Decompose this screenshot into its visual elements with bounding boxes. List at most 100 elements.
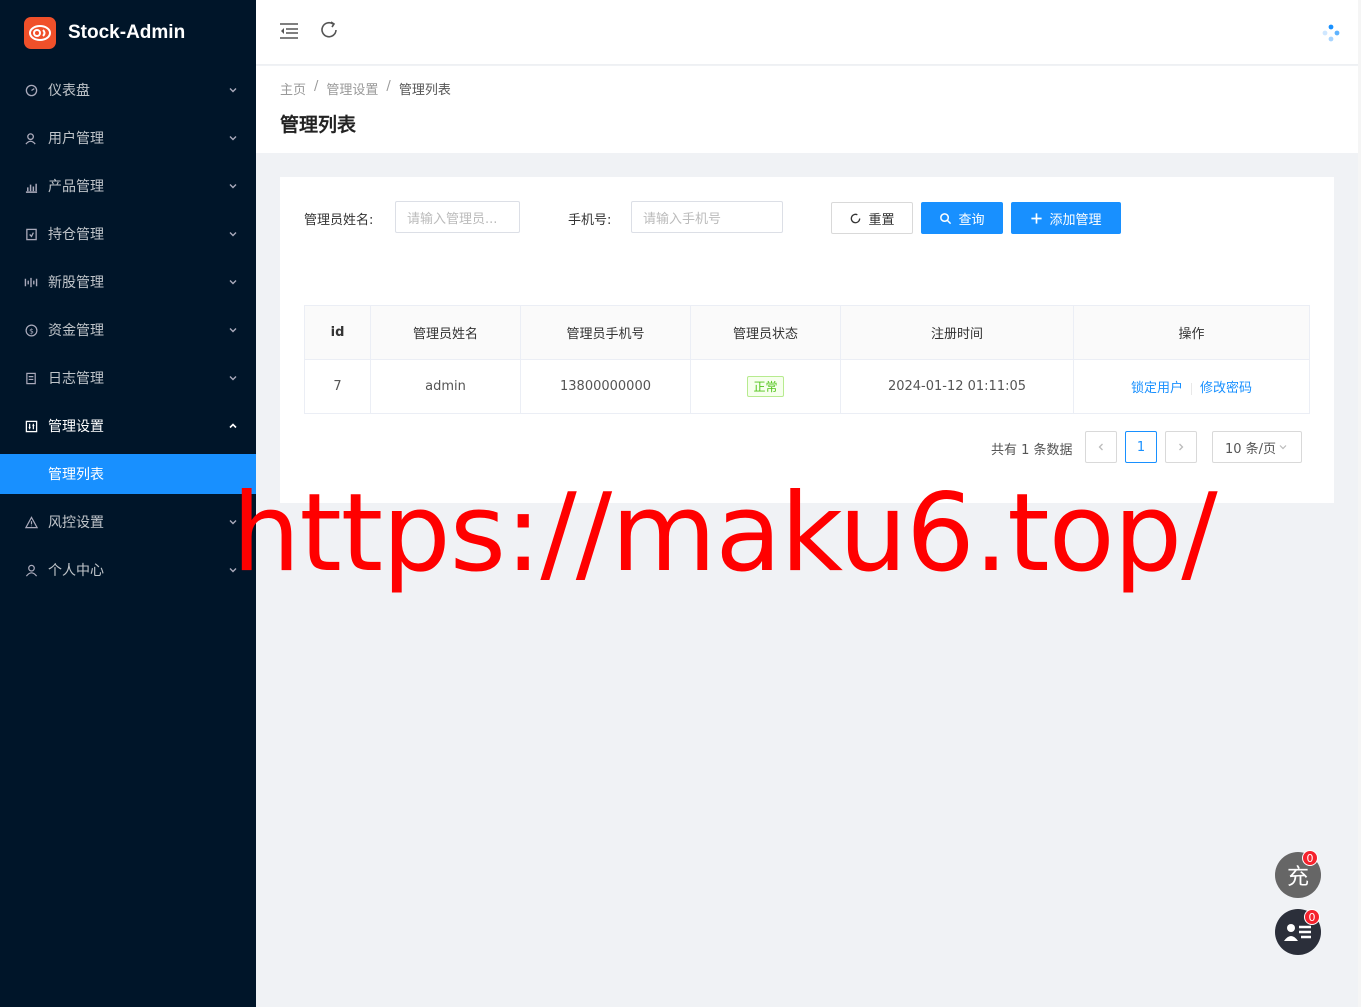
chevron-down-icon — [229, 376, 237, 381]
sidebar-item-label: 资金管理 — [48, 323, 104, 339]
customer-service-float-button[interactable]: 0 — [1275, 909, 1321, 955]
notification-badge: 0 — [1304, 909, 1320, 925]
sidebar-item-funds[interactable]: $ 资金管理 — [0, 306, 256, 354]
svg-text:$: $ — [29, 326, 34, 335]
col-name: 管理员姓名 — [370, 305, 521, 360]
next-page-button[interactable] — [1165, 431, 1197, 463]
phone-label: 手机号: — [568, 213, 612, 228]
sidebar: Stock-Admin 仪表盘 用户管理 产品管理 持仓管理 新股管理 $ 资金… — [0, 0, 256, 1007]
dollar-icon: $ — [24, 323, 38, 337]
action-divider — [1191, 382, 1192, 395]
table-row: 7 admin 13800000000 正常 2024-01-12 01:11:… — [304, 359, 1310, 414]
logo-icon — [24, 17, 56, 49]
col-actions: 操作 — [1073, 305, 1310, 360]
page-size-select[interactable]: 10 条/页 — [1212, 431, 1302, 463]
chevron-left-icon — [1098, 443, 1103, 451]
reset-icon — [851, 213, 861, 223]
chevron-down-icon — [229, 184, 237, 189]
chevron-down-icon — [229, 136, 237, 141]
sidebar-item-holdings[interactable]: 持仓管理 — [0, 210, 256, 258]
status-badge: 正常 — [747, 376, 784, 397]
sidebar-item-label: 个人中心 — [48, 563, 104, 579]
recharge-float-button[interactable]: 充 0 — [1275, 850, 1321, 898]
cell-register-time: 2024-01-12 01:11:05 — [840, 359, 1074, 414]
breadcrumb-separator: / — [314, 79, 319, 94]
table-header-row: id 管理员姓名 管理员手机号 管理员状态 注册时间 操作 — [304, 305, 1310, 360]
chart-icon — [24, 179, 38, 193]
admin-table: id 管理员姓名 管理员手机号 管理员状态 注册时间 操作 7 admin 13… — [304, 305, 1310, 414]
lock-user-link[interactable]: 锁定用户 — [1131, 381, 1183, 396]
watermark-text: https://maku6.top/ — [232, 471, 1218, 596]
app-title: Stock-Admin — [68, 22, 186, 43]
cell-id: 7 — [304, 359, 371, 414]
user-icon — [24, 563, 38, 577]
content-card: 管理员姓名: 请输入管理员... 手机号: 请输入手机号 重置 查询 添加管理 … — [280, 177, 1334, 503]
sidebar-item-label: 风控设置 — [48, 515, 104, 531]
sidebar-item-label: 用户管理 — [48, 131, 104, 147]
notification-badge: 0 — [1302, 850, 1318, 866]
breadcrumb-separator: / — [386, 79, 391, 94]
logo[interactable]: Stock-Admin — [0, 0, 256, 66]
col-phone: 管理员手机号 — [520, 305, 691, 360]
sidebar-item-label: 持仓管理 — [48, 227, 104, 243]
chevron-down-icon — [229, 328, 237, 333]
ipo-icon — [24, 275, 38, 289]
users-icon — [24, 131, 38, 145]
sidebar-subitem-admin-list[interactable]: 管理列表 — [0, 454, 256, 494]
sidebar-item-profile[interactable]: 个人中心 — [0, 546, 256, 594]
admin-name-label: 管理员姓名: — [304, 213, 374, 228]
dashboard-icon — [24, 83, 38, 97]
col-id: id — [304, 305, 371, 360]
loading-dots-icon — [1322, 24, 1340, 42]
cell-actions: 锁定用户 修改密码 — [1073, 359, 1310, 414]
sidebar-item-risk[interactable]: 风控设置 — [0, 498, 256, 546]
prev-page-button[interactable] — [1085, 431, 1117, 463]
page-button-1[interactable]: 1 — [1125, 431, 1157, 463]
chevron-down-icon — [229, 88, 237, 93]
cell-name: admin — [370, 359, 521, 414]
breadcrumb-home[interactable]: 主页 — [280, 79, 306, 98]
change-password-link[interactable]: 修改密码 — [1200, 381, 1252, 396]
admin-name-input[interactable]: 请输入管理员... — [395, 201, 520, 233]
pagination-total: 共有 1 条数据 — [991, 443, 1073, 458]
sidebar-item-admin-settings[interactable]: 管理设置 — [0, 402, 256, 450]
pagination: 共有 1 条数据 1 10 条/页 — [280, 431, 1334, 463]
chevron-down-icon — [229, 232, 237, 237]
sidebar-item-label: 新股管理 — [48, 275, 104, 291]
add-admin-button[interactable]: 添加管理 — [1011, 202, 1121, 234]
chevron-up-icon — [229, 423, 237, 429]
warning-icon — [24, 515, 38, 529]
page-header: 主页 / 管理设置 / 管理列表 管理列表 — [256, 66, 1358, 153]
page-title: 管理列表 — [280, 114, 357, 136]
cell-status: 正常 — [690, 359, 841, 414]
breadcrumb: 主页 / 管理设置 / 管理列表 — [280, 79, 451, 98]
refresh-icon[interactable] — [318, 19, 340, 41]
menu-fold-icon[interactable] — [278, 20, 300, 42]
log-icon — [24, 371, 38, 385]
chevron-down-icon — [229, 280, 237, 285]
search-label: 查询 — [958, 212, 985, 228]
page-size-value: 10 条/页 — [1225, 441, 1277, 457]
sidebar-item-users[interactable]: 用户管理 — [0, 114, 256, 162]
sidebar-item-dashboard[interactable]: 仪表盘 — [0, 66, 256, 114]
search-icon — [940, 212, 952, 224]
search-button[interactable]: 查询 — [921, 202, 1003, 234]
sidebar-item-label: 产品管理 — [48, 179, 104, 195]
chevron-right-icon — [1179, 443, 1184, 451]
holding-icon — [24, 227, 38, 241]
sidebar-item-logs[interactable]: 日志管理 — [0, 354, 256, 402]
phone-input[interactable]: 请输入手机号 — [631, 201, 783, 233]
top-header — [256, 0, 1358, 65]
cell-phone: 13800000000 — [520, 359, 691, 414]
sidebar-item-ipo[interactable]: 新股管理 — [0, 258, 256, 306]
col-register-time: 注册时间 — [840, 305, 1074, 360]
breadcrumb-current: 管理列表 — [398, 83, 451, 98]
reset-button[interactable]: 重置 — [831, 202, 913, 234]
sidebar-item-label: 日志管理 — [48, 371, 104, 387]
chevron-down-icon — [1279, 445, 1287, 450]
sidebar-item-products[interactable]: 产品管理 — [0, 162, 256, 210]
breadcrumb-parent[interactable]: 管理设置 — [326, 79, 378, 98]
sidebar-item-label: 管理设置 — [48, 419, 104, 435]
settings-icon — [24, 419, 38, 433]
col-status: 管理员状态 — [690, 305, 841, 360]
